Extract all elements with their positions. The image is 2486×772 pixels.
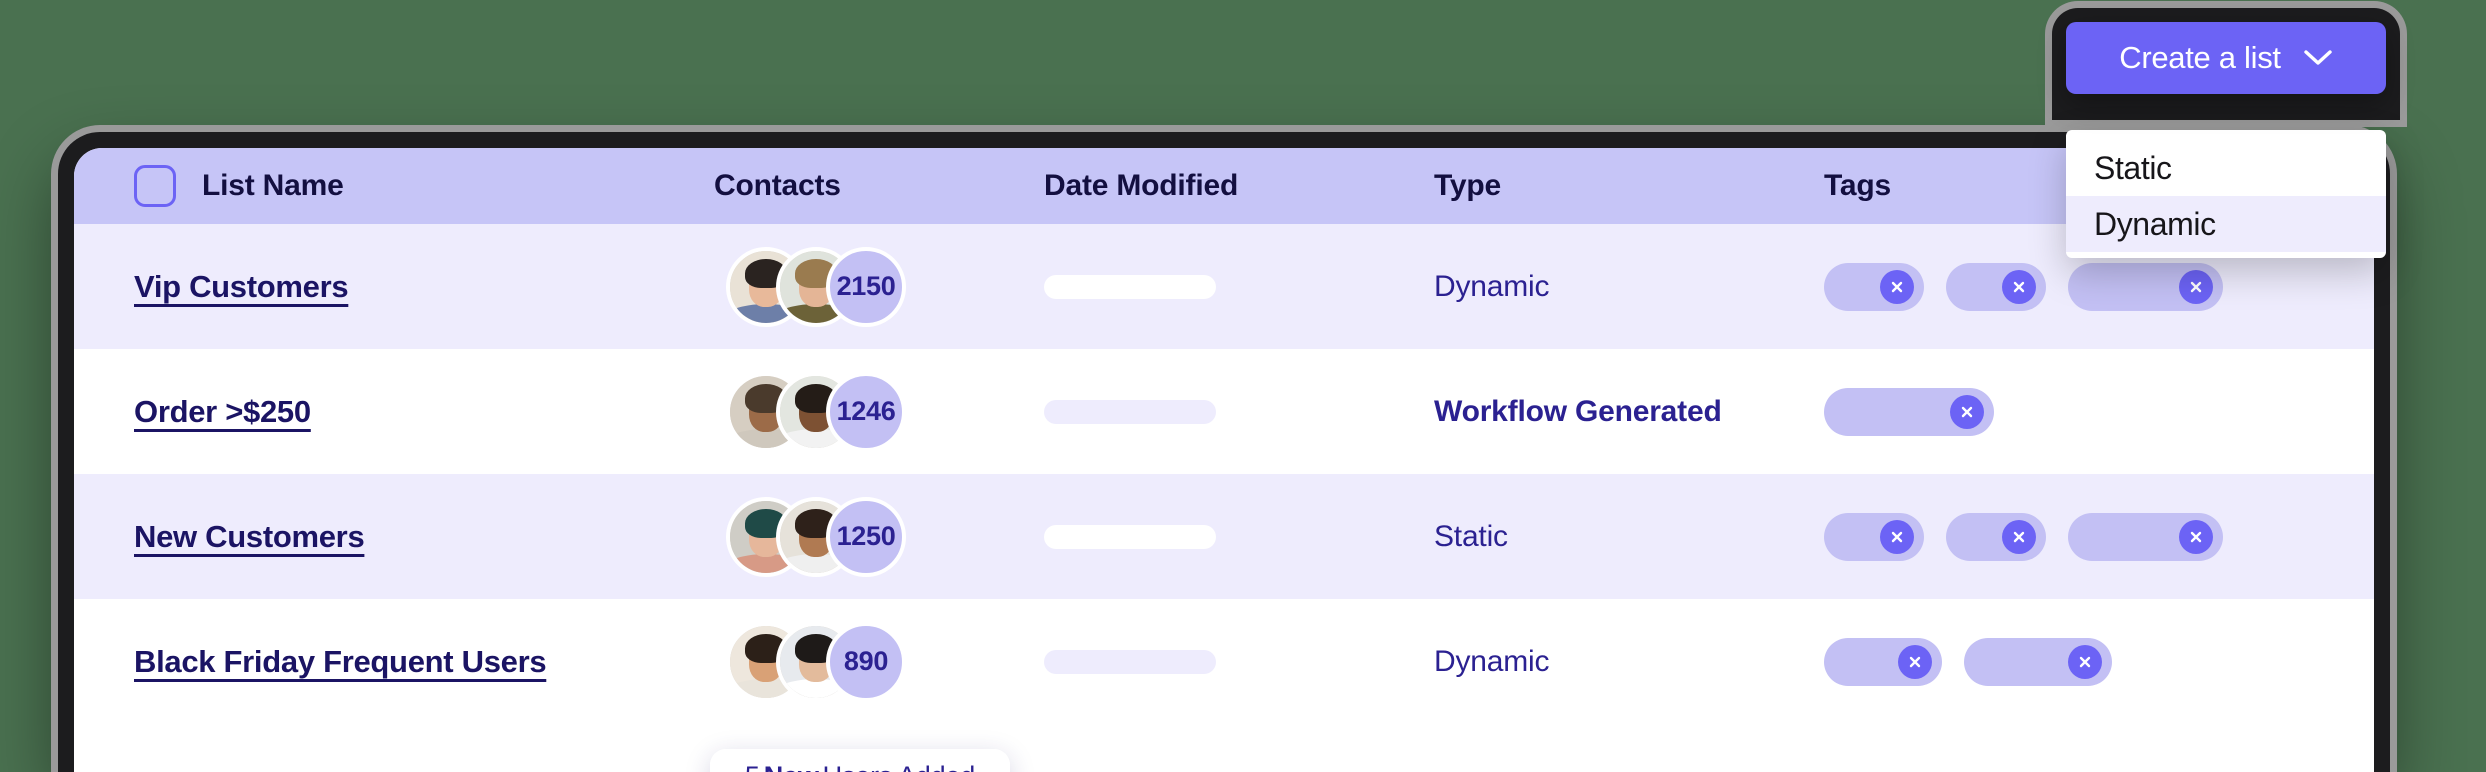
- cell-list-name: New Customers: [74, 519, 714, 555]
- avatar-stack: 1250: [714, 496, 1044, 577]
- device-screen: List Name Contacts Date Modified Type Ta…: [74, 148, 2374, 772]
- remove-tag-icon[interactable]: [1950, 394, 1984, 429]
- contacts-count-badge: 890: [826, 621, 906, 702]
- tooltip-emphasis: New: [760, 761, 823, 772]
- table-body: Vip Customers 2150 Dynamic Order >$250 1246 W…: [74, 224, 2374, 724]
- table-row[interactable]: Vip Customers 2150 Dynamic: [74, 224, 2374, 349]
- remove-tag-icon[interactable]: [1898, 644, 1932, 679]
- create-list-dropdown-menu: Static Dynamic: [2066, 130, 2386, 258]
- tag-chip[interactable]: [2068, 262, 2223, 311]
- contacts-count-badge: 1250: [826, 496, 906, 577]
- tooltip-prefix: 5: [745, 761, 760, 772]
- cell-contacts: 2150: [714, 246, 1044, 327]
- remove-tag-icon[interactable]: [2179, 519, 2213, 554]
- new-users-tooltip: 5 New Users Added: [710, 749, 1010, 772]
- remove-tag-icon[interactable]: [1880, 519, 1914, 554]
- list-type-label: Static: [1434, 519, 1508, 553]
- cell-list-name: Order >$250: [74, 394, 714, 430]
- tooltip-suffix: Users Added: [823, 761, 976, 772]
- create-a-list-label: Create a list: [2119, 40, 2281, 75]
- date-modified-placeholder: [1044, 649, 1216, 674]
- list-name-link[interactable]: New Customers: [134, 519, 365, 554]
- cell-date-modified: [1044, 524, 1434, 549]
- cell-date-modified: [1044, 274, 1434, 299]
- lists-table: List Name Contacts Date Modified Type Ta…: [74, 148, 2374, 772]
- tag-chip[interactable]: [1946, 512, 2046, 561]
- column-header-list-name: List Name: [202, 169, 344, 202]
- tag-chip[interactable]: [1824, 262, 1924, 311]
- date-modified-placeholder: [1044, 524, 1216, 549]
- header-cell-date-modified: Date Modified: [1044, 169, 1434, 203]
- tag-chip[interactable]: [1824, 387, 1994, 436]
- cell-type: Static: [1434, 520, 1824, 554]
- chevron-down-icon: [2303, 49, 2333, 67]
- header-cell-type: Type: [1434, 169, 1824, 203]
- avatar-stack: 1246: [714, 371, 1044, 452]
- list-type-label: Workflow Generated: [1434, 394, 1722, 428]
- remove-tag-icon[interactable]: [2002, 269, 2036, 304]
- column-header-type: Type: [1434, 169, 1501, 202]
- table-header-row: List Name Contacts Date Modified Type Ta…: [74, 148, 2374, 224]
- date-modified-placeholder: [1044, 399, 1216, 424]
- cell-date-modified: [1044, 399, 1434, 424]
- contacts-count-badge: 1246: [826, 371, 906, 452]
- dropdown-item-static[interactable]: Static: [2066, 140, 2386, 196]
- remove-tag-icon[interactable]: [2068, 644, 2102, 679]
- column-header-contacts: Contacts: [714, 169, 841, 202]
- dropdown-item-dynamic[interactable]: Dynamic: [2066, 196, 2386, 252]
- list-name-link[interactable]: Order >$250: [134, 394, 311, 429]
- cell-list-name: Vip Customers: [74, 269, 714, 305]
- tag-chip[interactable]: [1964, 637, 2112, 686]
- cell-contacts: 890: [714, 621, 1044, 702]
- cell-tags: [1824, 637, 2374, 686]
- cell-type: Dynamic: [1434, 270, 1824, 304]
- screenshot-stage: List Name Contacts Date Modified Type Ta…: [0, 0, 2486, 772]
- cell-contacts: 1250: [714, 496, 1044, 577]
- date-modified-placeholder: [1044, 274, 1216, 299]
- tag-chip[interactable]: [2068, 512, 2223, 561]
- list-type-label: Dynamic: [1434, 269, 1550, 303]
- cell-tags: [1824, 262, 2374, 311]
- cell-type: Workflow Generated: [1434, 395, 1824, 429]
- table-row[interactable]: New Customers 1250 Static: [74, 474, 2374, 599]
- tag-chip[interactable]: [1824, 637, 1942, 686]
- table-row[interactable]: Order >$250 1246 Workflow Generated: [74, 349, 2374, 474]
- tag-list: [1824, 512, 2374, 561]
- header-cell-list-name: List Name: [74, 165, 714, 207]
- cell-type: Dynamic: [1434, 645, 1824, 679]
- cell-tags: [1824, 387, 2374, 436]
- cell-contacts: 1246: [714, 371, 1044, 452]
- column-header-date-modified: Date Modified: [1044, 169, 1239, 202]
- list-name-link[interactable]: Vip Customers: [134, 269, 349, 304]
- cell-date-modified: [1044, 649, 1434, 674]
- create-a-list-button[interactable]: Create a list: [2066, 22, 2386, 94]
- cell-tags: [1824, 512, 2374, 561]
- remove-tag-icon[interactable]: [2002, 519, 2036, 554]
- tag-chip[interactable]: [1946, 262, 2046, 311]
- tag-chip[interactable]: [1824, 512, 1924, 561]
- remove-tag-icon[interactable]: [2179, 269, 2213, 304]
- table-row[interactable]: Black Friday Frequent Users 890 Dynamic: [74, 599, 2374, 724]
- avatar-stack: 890: [714, 621, 1044, 702]
- list-type-label: Dynamic: [1434, 644, 1550, 678]
- list-name-link[interactable]: Black Friday Frequent Users: [134, 644, 547, 679]
- tag-list: [1824, 637, 2374, 686]
- contacts-count-badge: 2150: [826, 246, 906, 327]
- header-cell-contacts: Contacts: [714, 169, 1044, 203]
- cell-list-name: Black Friday Frequent Users: [74, 644, 714, 680]
- tag-list: [1824, 387, 2374, 436]
- column-header-tags: Tags: [1824, 169, 1891, 202]
- avatar-stack: 2150: [714, 246, 1044, 327]
- remove-tag-icon[interactable]: [1880, 269, 1914, 304]
- select-all-checkbox[interactable]: [134, 165, 176, 207]
- tag-list: [1824, 262, 2374, 311]
